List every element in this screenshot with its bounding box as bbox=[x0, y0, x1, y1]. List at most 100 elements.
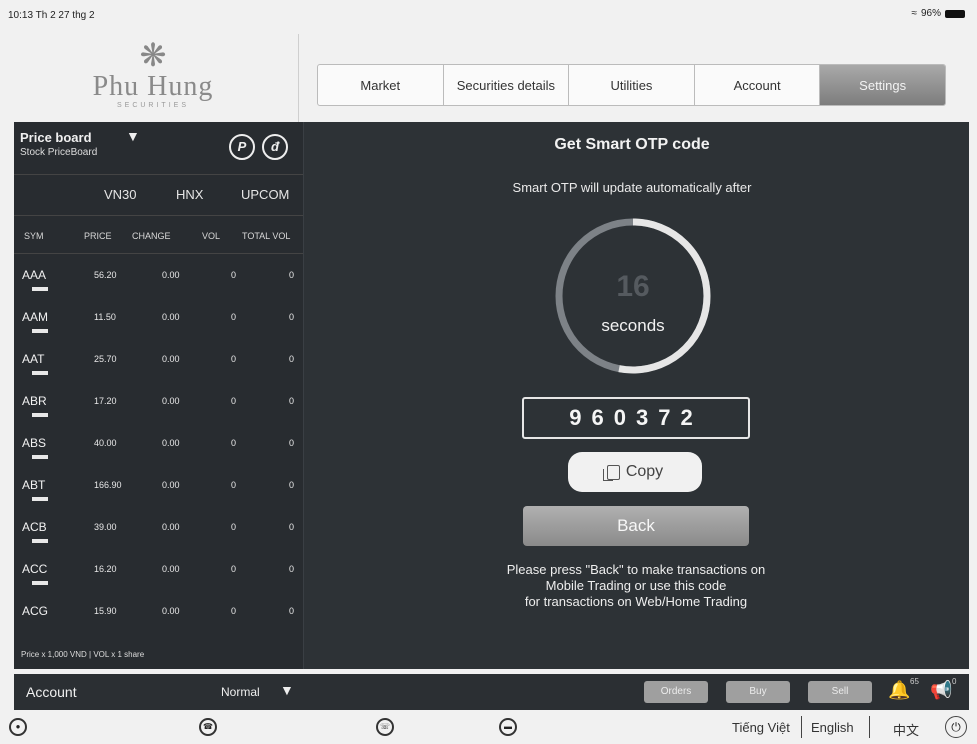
table-row[interactable]: ACC 16.20 0.00 0 0 bbox=[14, 552, 303, 594]
mode-select[interactable]: Normal bbox=[221, 685, 260, 699]
row-change: 0.00 bbox=[162, 480, 180, 490]
table-row[interactable]: AAA 56.20 0.00 0 0 bbox=[14, 258, 303, 300]
price-board-header[interactable]: Price board Stock PriceBoard bbox=[20, 130, 97, 158]
row-change: 0.00 bbox=[162, 522, 180, 532]
lang-vietnamese[interactable]: Tiếng Việt bbox=[732, 720, 790, 735]
row-sym: AAA bbox=[22, 268, 47, 282]
tab-upcom[interactable]: UPCOM bbox=[241, 187, 289, 202]
col-vol[interactable]: VOL bbox=[202, 231, 220, 241]
account-label[interactable]: Account bbox=[26, 684, 77, 700]
table-row[interactable]: ABS 40.00 0.00 0 0 bbox=[14, 426, 303, 468]
row-price: 39.00 bbox=[94, 522, 117, 532]
row-total-vol: 0 bbox=[289, 312, 295, 322]
tab-market[interactable]: Market bbox=[318, 65, 444, 105]
row-bar bbox=[32, 581, 48, 585]
phone-icon[interactable]: ☎ bbox=[199, 718, 217, 736]
row-change: 0.00 bbox=[162, 564, 180, 574]
message-icon[interactable]: ▬ bbox=[499, 718, 517, 736]
row-price: 17.20 bbox=[94, 396, 117, 406]
row-bar bbox=[32, 497, 48, 501]
row-change: 0.00 bbox=[162, 606, 180, 616]
price-board-title: Price board bbox=[20, 130, 92, 145]
bell-icon[interactable]: 🔔 bbox=[888, 680, 910, 701]
tab-vn30[interactable]: VN30 bbox=[104, 187, 137, 202]
row-sym: ABS bbox=[22, 436, 47, 450]
row-vol: 0 bbox=[231, 312, 237, 322]
mode-dropdown-icon[interactable]: ▼ bbox=[280, 682, 294, 698]
bottom-bar: Account Normal ▼ Orders Buy Sell 🔔 65 📢 … bbox=[14, 674, 969, 710]
table-row[interactable]: ACG 15.90 0.00 0 0 bbox=[14, 594, 303, 630]
status-right: ≈ 96% bbox=[911, 8, 965, 19]
copy-button[interactable]: Copy bbox=[568, 452, 702, 492]
tab-utilities[interactable]: Utilities bbox=[569, 65, 695, 105]
row-total-vol: 0 bbox=[289, 606, 295, 616]
row-bar bbox=[32, 413, 48, 417]
row-price: 166.90 bbox=[94, 480, 122, 490]
countdown-value: 16 bbox=[616, 270, 650, 303]
buy-button[interactable]: Buy bbox=[726, 681, 790, 703]
megaphone-icon[interactable]: 📢 bbox=[930, 680, 952, 701]
row-vol: 0 bbox=[231, 354, 237, 364]
row-sym: ACG bbox=[22, 604, 49, 618]
row-bar bbox=[32, 455, 48, 459]
company-logo: ❋ Phu Hung SECURITIES bbox=[58, 38, 248, 128]
lang-chinese[interactable]: 中文 bbox=[893, 720, 919, 739]
copy-label: Copy bbox=[625, 463, 664, 480]
tab-account[interactable]: Account bbox=[695, 65, 821, 105]
row-bar bbox=[32, 371, 48, 375]
exchange-tabs: VN30 HNX UPCOM bbox=[14, 174, 303, 216]
orders-button[interactable]: Orders bbox=[644, 681, 708, 703]
row-price: 40.00 bbox=[94, 438, 117, 448]
row-total-vol: 0 bbox=[289, 480, 295, 490]
row-bar bbox=[32, 539, 48, 543]
currency-icon[interactable]: đ bbox=[262, 134, 288, 160]
price-board-dropdown-icon[interactable]: ▼ bbox=[126, 128, 140, 144]
table-header: SYM PRICE CHANGE VOL TOTAL VOL bbox=[14, 217, 303, 254]
row-price: 15.90 bbox=[94, 606, 117, 616]
table-row[interactable]: ABT 166.90 0.00 0 0 bbox=[14, 468, 303, 510]
row-price: 11.50 bbox=[94, 312, 116, 322]
tab-securities-details[interactable]: Securities details bbox=[444, 65, 570, 105]
sell-button[interactable]: Sell bbox=[808, 681, 872, 703]
table-row[interactable]: ABR 17.20 0.00 0 0 bbox=[14, 384, 303, 426]
table-row[interactable]: ACB 39.00 0.00 0 0 bbox=[14, 510, 303, 552]
row-vol: 0 bbox=[231, 270, 237, 280]
tab-settings[interactable]: Settings bbox=[820, 65, 945, 105]
col-total-vol[interactable]: TOTAL VOL bbox=[242, 231, 290, 241]
power-icon[interactable]: ⏻ bbox=[945, 716, 967, 738]
price-board-subtitle: Stock PriceBoard bbox=[20, 147, 98, 158]
logo-mark-icon: ❋ bbox=[139, 37, 167, 73]
otp-title: Get Smart OTP code bbox=[554, 136, 710, 153]
countdown-label: seconds bbox=[601, 316, 665, 335]
otp-instructions: Please press "Back" to make transactions… bbox=[414, 562, 858, 610]
battery-icon bbox=[945, 9, 965, 18]
pin-icon[interactable]: P bbox=[229, 134, 255, 160]
col-sym[interactable]: SYM bbox=[24, 231, 44, 241]
otp-instruction-line: Please press "Back" to make transactions… bbox=[506, 562, 766, 577]
battery-percent: 96% bbox=[920, 8, 941, 19]
col-change[interactable]: CHANGE bbox=[132, 231, 171, 241]
back-button[interactable]: Back bbox=[523, 506, 749, 546]
lang-english[interactable]: English bbox=[811, 720, 854, 735]
lang-separator bbox=[801, 716, 802, 738]
chat-icon[interactable]: ☏ bbox=[376, 718, 394, 736]
row-vol: 0 bbox=[231, 480, 237, 490]
header-divider bbox=[298, 34, 299, 124]
otp-instruction-line: Mobile Trading or use this code bbox=[545, 578, 727, 593]
table-row[interactable]: AAT 25.70 0.00 0 0 bbox=[14, 342, 303, 384]
row-bar bbox=[32, 329, 48, 333]
otp-subtitle: Smart OTP will update automatically afte… bbox=[512, 180, 752, 195]
table-row[interactable]: AAM 11.50 0.00 0 0 bbox=[14, 300, 303, 342]
row-sym: ABR bbox=[22, 394, 47, 408]
row-price: 16.20 bbox=[94, 564, 117, 574]
row-vol: 0 bbox=[231, 396, 237, 406]
tab-hnx[interactable]: HNX bbox=[176, 187, 203, 202]
row-sym: AAT bbox=[22, 352, 45, 366]
row-total-vol: 0 bbox=[289, 354, 295, 364]
row-sym: ABT bbox=[22, 478, 46, 492]
row-sym: AAM bbox=[22, 310, 49, 324]
row-price: 56.20 bbox=[94, 270, 117, 280]
col-price[interactable]: PRICE bbox=[84, 231, 112, 241]
user-icon[interactable]: ● bbox=[9, 718, 27, 736]
otp-instruction-line: for transactions on Web/Home Trading bbox=[524, 594, 748, 609]
